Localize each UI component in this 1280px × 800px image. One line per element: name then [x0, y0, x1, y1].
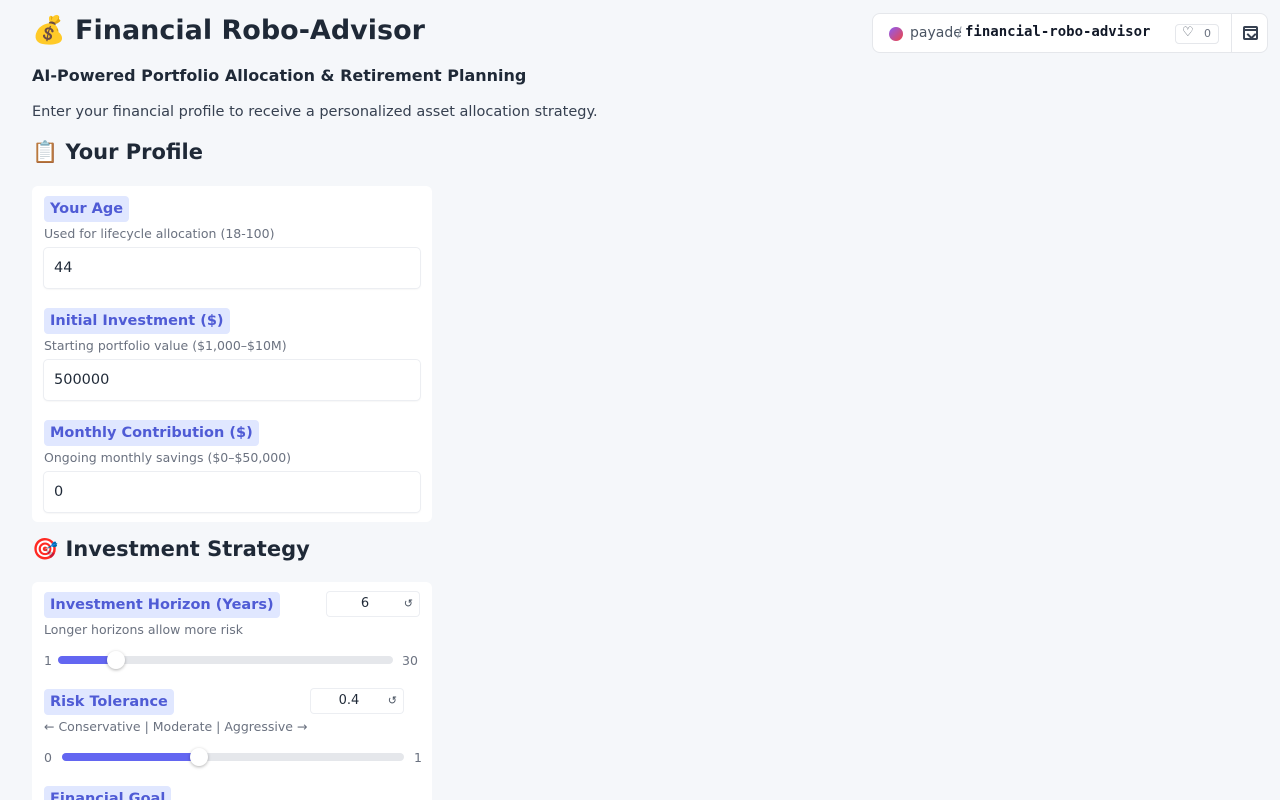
horizon-slider-thumb[interactable] — [106, 651, 125, 669]
monthly-contribution-label: Monthly Contribution ($) — [44, 420, 259, 446]
page-title: 💰 Financial Robo-Advisor — [32, 15, 425, 46]
reset-icon[interactable]: ↺ — [404, 592, 413, 616]
initial-investment-help: Starting portfolio value ($1,000–$10M) — [44, 338, 287, 353]
owner-avatar — [889, 27, 903, 41]
horizon-max: 30 — [402, 653, 418, 668]
goal-label: Financial Goal — [44, 786, 172, 800]
strategy-card: Investment Horizon (Years) 6 ↺ Longer ho… — [32, 582, 432, 800]
monthly-contribution-help: Ongoing monthly savings ($0–$50,000) — [44, 450, 292, 465]
repo-owner[interactable]: payade — [910, 25, 962, 41]
risk-number-input[interactable]: 0.4 ↺ — [311, 689, 403, 713]
badge-divider — [1231, 14, 1232, 52]
age-label: Your Age — [44, 196, 130, 222]
initial-investment-label: Initial Investment ($) — [44, 308, 230, 334]
risk-min: 0 — [44, 750, 52, 765]
initial-investment-input[interactable] — [44, 360, 420, 400]
profile-heading: 📋 Your Profile — [32, 140, 203, 164]
risk-help: ← Conservative | Moderate | Aggressive → — [44, 719, 308, 734]
intro-text: Enter your financial profile to receive … — [32, 104, 598, 120]
horizon-number-input[interactable]: 6 ↺ — [327, 592, 419, 616]
repo-separator: / — [957, 25, 962, 41]
collapse-icon[interactable] — [1243, 26, 1258, 40]
horizon-value: 6 — [360, 596, 370, 611]
horizon-min: 1 — [44, 653, 52, 668]
horizon-help: Longer horizons allow more risk — [44, 622, 244, 637]
reset-icon[interactable]: ↺ — [388, 689, 397, 713]
monthly-contribution-input[interactable] — [44, 472, 420, 512]
risk-max: 1 — [414, 750, 422, 765]
risk-value: 0.4 — [338, 693, 360, 708]
page-subtitle: AI-Powered Portfolio Allocation & Retire… — [32, 66, 527, 85]
age-help: Used for lifecycle allocation (18-100) — [44, 226, 275, 241]
age-input[interactable] — [44, 248, 420, 288]
strategy-heading: 🎯 Investment Strategy — [32, 537, 310, 561]
like-count: 0 — [1204, 27, 1211, 40]
heart-icon: ♡ — [1182, 25, 1194, 40]
risk-slider[interactable] — [62, 748, 404, 766]
repo-name[interactable]: financial-robo-advisor — [965, 24, 1150, 40]
profile-card: Your Age Used for lifecycle allocation (… — [32, 186, 432, 522]
like-button[interactable]: ♡ 0 — [1175, 24, 1219, 44]
horizon-slider[interactable] — [58, 651, 393, 669]
risk-slider-fill — [62, 753, 199, 761]
risk-label: Risk Tolerance — [44, 689, 174, 715]
risk-slider-thumb[interactable] — [189, 748, 208, 766]
repo-badge: payade / financial-robo-advisor ♡ 0 — [872, 13, 1268, 53]
horizon-label: Investment Horizon (Years) — [44, 592, 280, 618]
